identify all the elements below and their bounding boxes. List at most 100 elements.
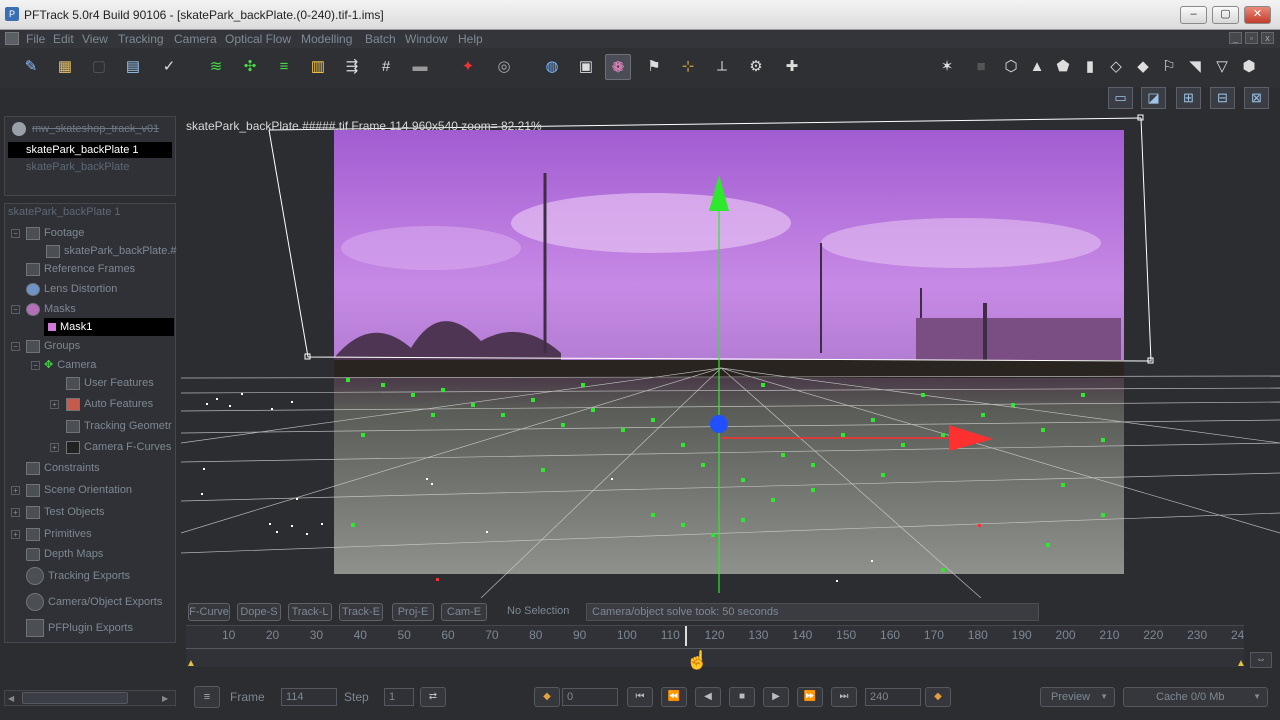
menu-batch[interactable]: Batch	[365, 32, 396, 46]
menu-window[interactable]: Window	[405, 32, 448, 46]
shape-cylinder-icon[interactable]: ▮	[1077, 54, 1103, 80]
tree-item-lens-distortion[interactable]: Lens Distortion	[26, 280, 117, 298]
clip-image-icon[interactable]: ▦	[52, 54, 78, 80]
expander-scene-orientation-icon[interactable]: +	[11, 486, 20, 495]
tree-item-masks[interactable]: Masks	[26, 300, 76, 318]
step-back-icon[interactable]: ⏪	[661, 687, 687, 707]
menu-file[interactable]: File	[26, 32, 45, 46]
tree-item-camera-fcurves[interactable]: Camera F-Curves	[66, 438, 171, 456]
lens-icon[interactable]: ◎	[491, 54, 517, 80]
loop-icon[interactable]: ⇄	[420, 687, 446, 707]
out-frame-field[interactable]: 240	[865, 688, 921, 706]
track-editor-icon[interactable]: ▥	[305, 54, 331, 80]
quad-view-icon[interactable]: ⊞	[1176, 87, 1201, 109]
close-icon[interactable]: ✕	[1244, 6, 1271, 24]
photo-tool-icon[interactable]: ▣	[573, 54, 599, 80]
cache-dropdown[interactable]: Cache 0/0 Mb ▼	[1123, 687, 1268, 707]
tree-item-footage-file[interactable]: skatePark_backPlate.#	[46, 242, 177, 260]
expander-footage-icon[interactable]: −	[11, 229, 20, 238]
menu-icon[interactable]: ≡	[194, 686, 220, 708]
expander-camera-icon[interactable]: −	[31, 361, 40, 370]
mode-track-e-button[interactable]: Track-E	[339, 603, 383, 621]
mode-cam-e-button[interactable]: Cam-E	[441, 603, 487, 621]
mode-proj-e-button[interactable]: Proj-E	[392, 603, 434, 621]
expander-test-objects-icon[interactable]: +	[11, 508, 20, 517]
expander-groups-icon[interactable]: −	[11, 342, 20, 351]
shape-square-icon[interactable]: ■	[968, 54, 994, 80]
stop-icon[interactable]: ■	[729, 687, 755, 707]
export-tool-icon[interactable]: ▤	[120, 54, 146, 80]
film-strip-icon[interactable]: ▬	[407, 54, 433, 80]
shape-bucket-icon[interactable]: ▽	[1209, 54, 1235, 80]
globe-tool-icon[interactable]: ◍	[539, 54, 565, 80]
go-end-icon[interactable]: ⏭	[831, 687, 857, 707]
perspective-view-icon[interactable]: ◪	[1141, 87, 1166, 109]
document-icon[interactable]	[5, 32, 19, 45]
set-in-icon[interactable]: ◆	[534, 687, 560, 707]
tree-item-groups[interactable]: Groups	[26, 337, 80, 355]
scroll-left-icon[interactable]: ◀	[8, 694, 14, 703]
go-start-icon[interactable]: ⏮	[627, 687, 653, 707]
timeline-zoom-icon[interactable]: ⇔	[1250, 652, 1272, 668]
mdi-close-icon[interactable]: x	[1261, 32, 1274, 44]
viewport[interactable]	[181, 113, 1280, 598]
disabled-tool-icon[interactable]: ▢	[86, 54, 112, 80]
axis-tool-icon[interactable]: ⟂	[709, 54, 735, 80]
mask-tool-icon[interactable]: ❁	[605, 54, 631, 80]
scrollbar-thumb[interactable]	[22, 692, 128, 704]
tree-item-tracking-exports[interactable]: Tracking Exports	[26, 567, 130, 586]
mode-dope-sheet-button[interactable]: Dope-S	[237, 603, 281, 621]
tree-item-pfplugin-exports[interactable]: PFPlugin Exports	[26, 619, 133, 638]
menu-help[interactable]: Help	[458, 32, 483, 46]
end-marker-icon[interactable]: ▲	[1236, 658, 1246, 669]
step-forward-icon[interactable]: ⏩	[797, 687, 823, 707]
shape-diamond-icon[interactable]: ◆	[1130, 54, 1156, 80]
expander-masks-icon[interactable]: −	[11, 305, 20, 314]
tree-item-depth-maps[interactable]: Depth Maps	[26, 545, 103, 563]
menu-tracking[interactable]: Tracking	[118, 32, 164, 46]
tree-item-constraints[interactable]: Constraints	[26, 459, 100, 477]
menu-edit[interactable]: Edit	[53, 32, 74, 46]
expander-auto-features-icon[interactable]: +	[50, 400, 59, 409]
fit-view-icon[interactable]: ⊠	[1244, 87, 1269, 109]
mode-track-l-button[interactable]: Track-L	[288, 603, 332, 621]
project-name[interactable]: mw_skateshop_track_v01	[32, 123, 159, 135]
tree-item-reference-frames[interactable]: Reference Frames	[26, 260, 135, 278]
tree-item-footage[interactable]: Footage	[26, 224, 84, 242]
shape-hex-icon[interactable]: ⬢	[1236, 54, 1262, 80]
set-out-icon[interactable]: ◆	[925, 687, 951, 707]
pin-tool-icon[interactable]: ✚	[779, 54, 805, 80]
person-tool-icon[interactable]: ⚑	[641, 54, 667, 80]
tree-root[interactable]: skatePark_backPlate 1	[8, 206, 121, 218]
solve-icon[interactable]: ✦	[455, 54, 481, 80]
start-marker-icon[interactable]: ▲	[186, 658, 196, 669]
play-forward-icon[interactable]: ▶	[763, 687, 789, 707]
tree-item-camera[interactable]: ✥ Camera	[44, 356, 96, 374]
shape-flag-icon[interactable]: ⚐	[1156, 54, 1182, 80]
tree-item-scene-orientation[interactable]: Scene Orientation	[26, 481, 132, 499]
tree-item-mask1[interactable]: Mask1	[44, 318, 174, 336]
in-frame-field[interactable]: 0	[562, 688, 618, 706]
mdi-restore-icon[interactable]: ▫	[1245, 32, 1258, 44]
corner-handle[interactable]	[1137, 114, 1144, 121]
maximize-icon[interactable]: ▢	[1212, 6, 1239, 24]
playhead[interactable]	[685, 626, 688, 646]
split-view-icon[interactable]: ⊟	[1210, 87, 1235, 109]
clip-item[interactable]: skatePark_backPlate	[8, 159, 172, 175]
auto-track-icon[interactable]: ✣	[237, 54, 263, 80]
frame-field[interactable]: 114	[281, 688, 337, 706]
mode-fcurve-button[interactable]: F-Curve	[188, 603, 230, 621]
shape-plane-icon[interactable]: ◇	[1103, 54, 1129, 80]
clip-item-selected[interactable]: skatePark_backPlate 1	[8, 142, 172, 158]
shape-box-icon[interactable]: ⬡	[998, 54, 1024, 80]
orient-tool-icon[interactable]: ⊹	[675, 54, 701, 80]
tree-item-user-features[interactable]: User Features	[66, 374, 154, 392]
menu-view[interactable]: View	[82, 32, 108, 46]
shape-pin-icon[interactable]: ✶	[934, 54, 960, 80]
tree-item-camera-object-exports[interactable]: Camera/Object Exports	[26, 593, 162, 612]
tree-item-auto-features[interactable]: Auto Features	[66, 395, 153, 413]
expander-primitives-icon[interactable]: +	[11, 530, 20, 539]
track-features-icon[interactable]: ≋	[203, 54, 229, 80]
single-view-icon[interactable]: ▭	[1108, 87, 1133, 109]
step-field[interactable]: 1	[384, 688, 414, 706]
